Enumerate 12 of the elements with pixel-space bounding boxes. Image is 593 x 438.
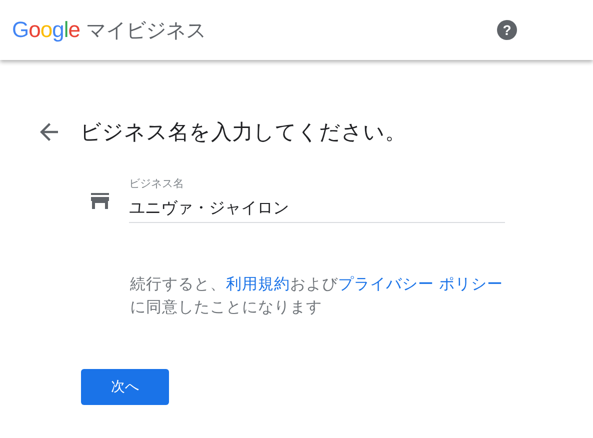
terms-text: 続行すると、利用規約およびプライバシー ポリシー に同意したことになります — [130, 274, 504, 318]
terms-link[interactable]: プライバシー ポリシー — [338, 275, 503, 293]
store-icon — [91, 193, 109, 209]
google-logo: Google — [12, 17, 80, 43]
next-button[interactable]: 次へ — [81, 369, 169, 405]
business-name-field[interactable]: ユニヴァ・ジャイロン — [129, 199, 505, 218]
field-label: ビジネス名 — [129, 176, 185, 191]
product-name: マイビジネス — [86, 16, 206, 44]
back-arrow-icon[interactable] — [40, 123, 58, 141]
help-icon[interactable]: ? — [497, 20, 517, 40]
page-heading: ビジネス名を入力してください。 — [80, 119, 406, 146]
terms-link[interactable]: 利用規約 — [226, 275, 290, 293]
